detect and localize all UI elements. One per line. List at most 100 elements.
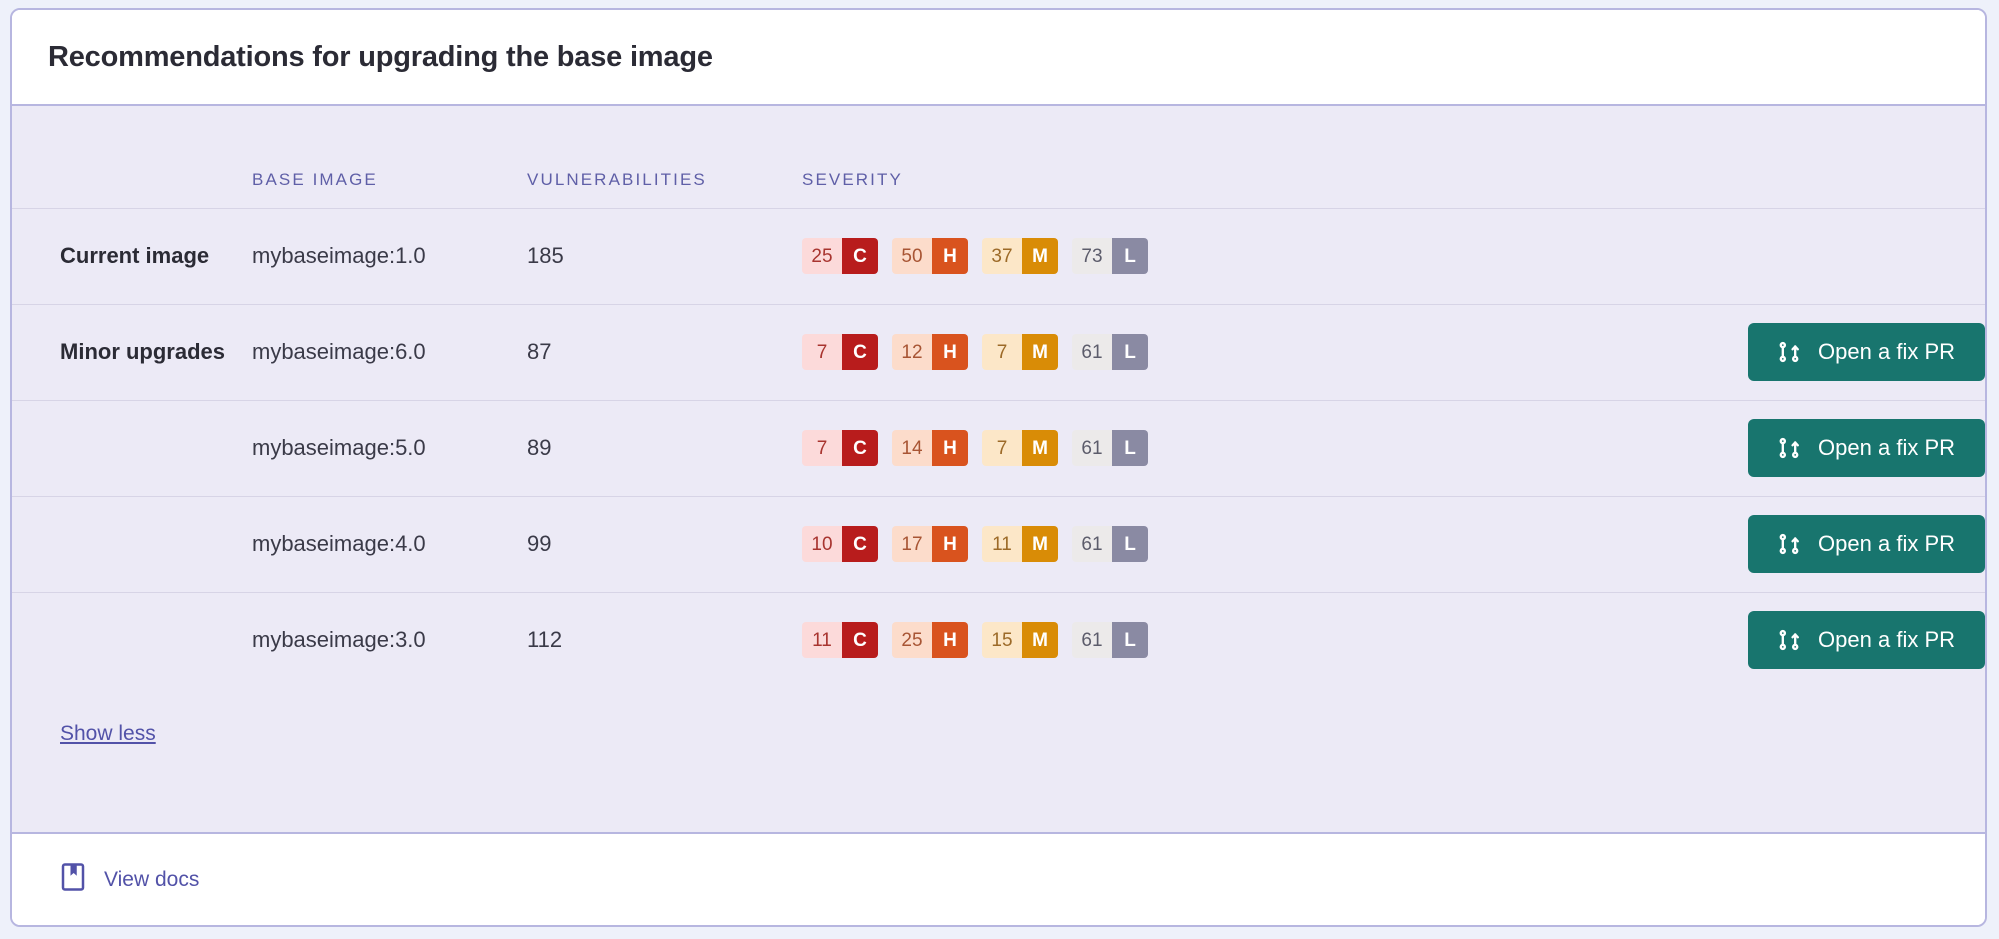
severity-count-critical: 25 (802, 238, 842, 274)
column-header-base-image: BASE IMAGE (252, 106, 527, 209)
severity-badge-medium: 15 M (982, 622, 1058, 658)
severity-letter-critical: C (842, 238, 878, 274)
severity-letter-low: L (1112, 238, 1148, 274)
severity-count-medium: 11 (982, 526, 1022, 562)
severity-letter-medium: M (1022, 526, 1058, 562)
severity-count-medium: 7 (982, 430, 1022, 466)
severity-count-high: 25 (892, 622, 932, 658)
severity-badge-high: 14 H (892, 430, 968, 466)
severity-count-medium: 7 (982, 334, 1022, 370)
recommendations-table: BASE IMAGE VULNERABILITIES SEVERITY Curr… (12, 106, 1985, 688)
severity-letter-low: L (1112, 526, 1148, 562)
severity-badge-high: 50 H (892, 238, 968, 274)
pull-request-icon (1778, 437, 1800, 459)
table-row: mybaseimage:5.0 89 7 C 14 H 7 M 61 L Ope… (12, 400, 1985, 497)
severity-letter-low: L (1112, 334, 1148, 370)
row-severity: 7 C 14 H 7 M 61 L (802, 400, 1222, 497)
severity-badge-critical: 25 C (802, 238, 878, 274)
severity-count-low: 61 (1072, 334, 1112, 370)
row-vulnerabilities: 112 (527, 627, 563, 652)
severity-count-low: 73 (1072, 238, 1112, 274)
row-label: Minor upgrades (12, 304, 252, 401)
row-base-image: mybaseimage:3.0 (252, 627, 426, 652)
page-title: Recommendations for upgrading the base i… (48, 40, 713, 73)
row-severity: 10 C 17 H 11 M 61 L (802, 496, 1222, 593)
severity-letter-high: H (932, 334, 968, 370)
row-action (1222, 208, 1985, 305)
open-fix-pr-label: Open a fix PR (1818, 339, 1955, 364)
severity-badge-low: 61 L (1072, 622, 1148, 658)
row-vulnerabilities: 185 (527, 208, 802, 305)
row-action: Open a fix PR (1222, 304, 1985, 401)
open-fix-pr-button[interactable]: Open a fix PR (1748, 611, 1985, 669)
pull-request-icon (1778, 533, 1800, 555)
severity-badge-low: 73 L (1072, 238, 1148, 274)
show-less-link[interactable]: Show less (60, 722, 156, 746)
card-body: BASE IMAGE VULNERABILITIES SEVERITY Curr… (12, 106, 1985, 832)
severity-count-critical: 7 (802, 430, 842, 466)
row-base-image: mybaseimage:5.0 (252, 400, 527, 497)
open-fix-pr-label: Open a fix PR (1818, 531, 1955, 556)
severity-badge-critical: 7 C (802, 430, 878, 466)
severity-letter-medium: M (1022, 334, 1058, 370)
open-fix-pr-label: Open a fix PR (1818, 627, 1955, 652)
severity-badges: 11 C 25 H 15 M 61 L (802, 622, 1222, 658)
severity-badge-critical: 7 C (802, 334, 878, 370)
table-header: BASE IMAGE VULNERABILITIES SEVERITY (12, 106, 1985, 209)
severity-count-high: 14 (892, 430, 932, 466)
severity-count-low: 61 (1072, 526, 1112, 562)
table-body: Current image mybaseimage:1.0 185 25 C 5… (12, 208, 1985, 688)
severity-letter-low: L (1112, 622, 1148, 658)
severity-letter-medium: M (1022, 622, 1058, 658)
severity-letter-medium: M (1022, 238, 1058, 274)
row-label (12, 496, 252, 593)
severity-count-critical: 7 (802, 334, 842, 370)
severity-badge-medium: 37 M (982, 238, 1058, 274)
severity-count-low: 61 (1072, 430, 1112, 466)
row-vulnerabilities: 87 (527, 304, 802, 401)
severity-letter-high: H (932, 622, 968, 658)
severity-badge-critical: 11 C (802, 622, 878, 658)
row-label: Current image (12, 208, 252, 305)
severity-badge-high: 17 H (892, 526, 968, 562)
row-action: Open a fix PR (1222, 400, 1985, 497)
open-fix-pr-button[interactable]: Open a fix PR (1748, 515, 1985, 573)
severity-count-critical: 11 (802, 622, 842, 658)
severity-badge-high: 25 H (892, 622, 968, 658)
card-footer: View docs (12, 832, 1985, 925)
column-header-action (1222, 106, 1985, 209)
row-vulnerabilities: 99 (527, 496, 802, 593)
severity-letter-high: H (932, 238, 968, 274)
severity-badge-low: 61 L (1072, 334, 1148, 370)
open-fix-pr-label: Open a fix PR (1818, 435, 1955, 460)
severity-letter-low: L (1112, 430, 1148, 466)
book-icon (60, 862, 86, 898)
table-header-row: BASE IMAGE VULNERABILITIES SEVERITY (12, 106, 1985, 209)
severity-badges: 25 C 50 H 37 M 73 L (802, 238, 1222, 274)
severity-count-medium: 37 (982, 238, 1022, 274)
row-base-image: mybaseimage:6.0 (252, 304, 527, 401)
severity-letter-high: H (932, 430, 968, 466)
column-header-vulnerabilities: VULNERABILITIES (527, 106, 802, 209)
table-row: Current image mybaseimage:1.0 185 25 C 5… (12, 208, 1985, 305)
column-header-severity: SEVERITY (802, 106, 1222, 209)
severity-badge-low: 61 L (1072, 430, 1148, 466)
severity-letter-critical: C (842, 526, 878, 562)
severity-count-high: 12 (892, 334, 932, 370)
table-row: mybaseimage:3.0 112 11 C 25 H 15 M 61 L … (12, 592, 1985, 688)
severity-badge-critical: 10 C (802, 526, 878, 562)
severity-count-low: 61 (1072, 622, 1112, 658)
row-severity: 7 C 12 H 7 M 61 L (802, 304, 1222, 401)
row-label (12, 400, 252, 497)
row-label (12, 592, 252, 688)
severity-letter-critical: C (842, 430, 878, 466)
row-base-image: mybaseimage:4.0 (252, 496, 527, 593)
open-fix-pr-button[interactable]: Open a fix PR (1748, 323, 1985, 381)
table-row: mybaseimage:4.0 99 10 C 17 H 11 M 61 L O… (12, 496, 1985, 593)
view-docs-link[interactable]: View docs (60, 862, 199, 898)
open-fix-pr-button[interactable]: Open a fix PR (1748, 419, 1985, 477)
severity-letter-critical: C (842, 334, 878, 370)
severity-count-critical: 10 (802, 526, 842, 562)
row-severity: 25 C 50 H 37 M 73 L (802, 208, 1222, 305)
severity-badge-medium: 7 M (982, 430, 1058, 466)
